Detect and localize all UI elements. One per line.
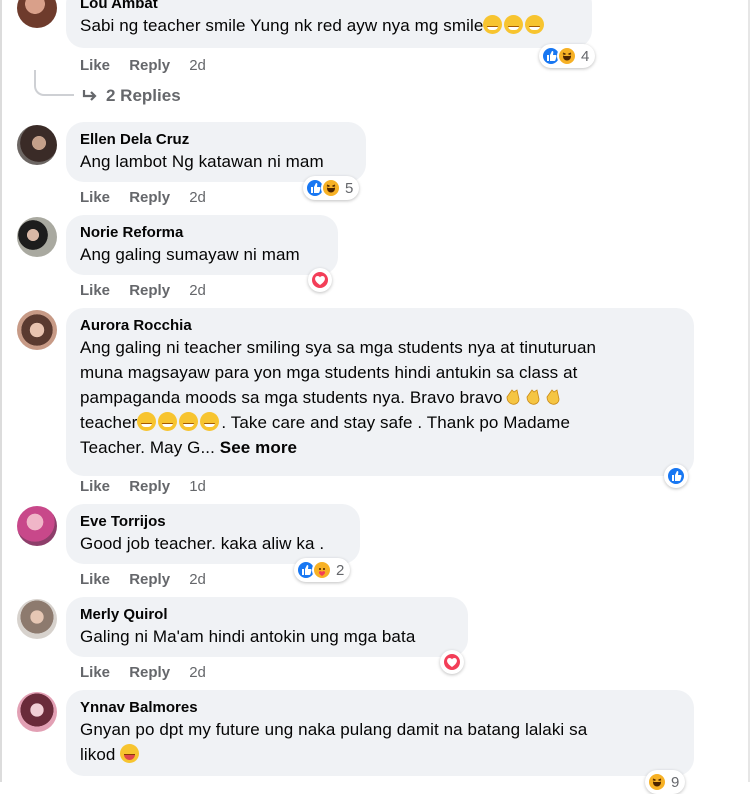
comment-bubble: Aurora Rocchia Ang galing ni teacher smi… xyxy=(66,308,694,476)
comment-text-line-1: Ang galing ni teacher smiling sya sa mga… xyxy=(80,338,597,357)
comment-timestamp[interactable]: 2d xyxy=(189,664,206,681)
comment-text: Galing ni Ma'am hindi antokin ung mga ba… xyxy=(80,627,416,646)
grin-emoji xyxy=(504,15,524,34)
care-reaction-icon xyxy=(312,560,332,580)
reply-button[interactable]: Reply xyxy=(129,57,170,74)
comment-actions: Like Reply 2d xyxy=(80,571,221,588)
replies-count-label: 2 Replies xyxy=(106,86,181,105)
clapping-hands-emoji xyxy=(526,389,540,405)
reaction-summary[interactable]: 5 xyxy=(303,176,360,200)
comment-bubble: Merly Quirol Galing ni Ma'am hindi antok… xyxy=(66,597,468,657)
comment-actions: Like Reply 1d xyxy=(80,478,221,495)
avatar[interactable] xyxy=(17,506,57,546)
avatar[interactable] xyxy=(17,125,57,165)
comment-text: Ang lambot Ng katawan ni mam xyxy=(80,152,324,171)
reply-arrow-icon xyxy=(82,90,97,101)
reaction-count: 2 xyxy=(336,561,345,579)
love-reaction-icon xyxy=(442,652,462,672)
comment-text-line-1: Gnyan po dpt my future ung naka pulang d… xyxy=(80,720,588,739)
comment-actions: Like Reply 2d xyxy=(80,282,221,299)
comment-timestamp[interactable]: 2d xyxy=(189,282,206,299)
comment-bubble: Lou Ambat Sabi ng teacher smile Yung nk … xyxy=(66,0,592,48)
commenter-name[interactable]: Ynnav Balmores xyxy=(80,698,680,717)
comment-text-line-3: pampaganda moods sa mga students nya. Br… xyxy=(80,385,680,410)
grin-emoji xyxy=(200,412,220,431)
comment-timestamp[interactable]: 2d xyxy=(189,189,206,206)
reaction-summary[interactable]: 9 xyxy=(645,770,686,794)
commenter-name[interactable]: Ellen Dela Cruz xyxy=(80,130,352,149)
like-button[interactable]: Like xyxy=(80,478,110,495)
comment-bubble: Norie Reforma Ang galing sumayaw ni mam xyxy=(66,215,338,275)
see-more-link[interactable]: See more xyxy=(220,438,297,457)
reaction-count: 4 xyxy=(581,47,590,65)
reaction-count: 5 xyxy=(345,179,354,197)
grin-emoji xyxy=(525,15,545,34)
reaction-summary[interactable] xyxy=(440,650,464,674)
comment-bubble: Eve Torrijos Good job teacher. kaka aliw… xyxy=(66,504,360,564)
laugh-reaction-icon xyxy=(557,46,577,66)
reply-button[interactable]: Reply xyxy=(129,664,170,681)
avatar[interactable] xyxy=(17,599,57,639)
laugh-reaction-icon xyxy=(321,178,341,198)
avatar[interactable] xyxy=(17,0,57,28)
commenter-name[interactable]: Aurora Rocchia xyxy=(80,316,680,335)
comment-text-line-5: Teacher. May G... See more xyxy=(80,438,298,457)
comment-text-line-2: muna magsayaw para yon mga students hind… xyxy=(80,363,578,382)
comment-text-line-2: likod xyxy=(80,742,680,767)
like-button[interactable]: Like xyxy=(80,189,110,206)
left-frame-border xyxy=(0,0,2,782)
comment-text: Sabi ng teacher smile Yung nk red ayw ny… xyxy=(80,13,578,38)
view-replies-link[interactable]: 2 Replies xyxy=(82,86,181,106)
comment-actions: Like Reply 2d xyxy=(80,57,221,74)
reaction-summary[interactable]: 2 xyxy=(294,558,351,582)
like-button[interactable]: Like xyxy=(80,282,110,299)
grin-emoji xyxy=(137,412,157,431)
avatar[interactable] xyxy=(17,217,57,257)
like-reaction-icon xyxy=(666,466,686,486)
grin-emoji xyxy=(179,412,199,431)
reply-button[interactable]: Reply xyxy=(129,571,170,588)
reply-thread-connector xyxy=(34,70,74,96)
commenter-name[interactable]: Eve Torrijos xyxy=(80,512,346,531)
reaction-summary[interactable] xyxy=(664,464,688,488)
comment-text: Ang galing sumayaw ni mam xyxy=(80,245,300,264)
reaction-summary[interactable] xyxy=(308,268,332,292)
clapping-hands-emoji xyxy=(546,389,560,405)
comment-actions: Like Reply 2d xyxy=(80,664,221,681)
comment-timestamp[interactable]: 1d xyxy=(189,478,206,495)
comment-bubble: Ynnav Balmores Gnyan po dpt my future un… xyxy=(66,690,694,776)
comment-timestamp[interactable]: 2d xyxy=(189,57,206,74)
avatar[interactable] xyxy=(17,692,57,732)
grin-emoji xyxy=(483,15,503,34)
reaction-summary[interactable]: 4 xyxy=(539,44,596,68)
commenter-name[interactable]: Lou Ambat xyxy=(80,0,578,13)
reply-button[interactable]: Reply xyxy=(129,478,170,495)
tongue-out-emoji xyxy=(120,744,140,763)
comment-text: Good job teacher. kaka aliw ka . xyxy=(80,534,325,553)
love-reaction-icon xyxy=(310,270,330,290)
comment-actions: Like Reply 2d xyxy=(80,189,221,206)
clapping-hands-emoji xyxy=(506,389,520,405)
comment-timestamp[interactable]: 2d xyxy=(189,571,206,588)
commenter-name[interactable]: Norie Reforma xyxy=(80,223,324,242)
commenter-name[interactable]: Merly Quirol xyxy=(80,605,454,624)
comment-bubble: Ellen Dela Cruz Ang lambot Ng katawan ni… xyxy=(66,122,366,182)
like-button[interactable]: Like xyxy=(80,57,110,74)
laugh-reaction-icon xyxy=(647,772,667,792)
avatar[interactable] xyxy=(17,310,57,350)
grin-emoji xyxy=(158,412,178,431)
comment-text-line-4: teacher. Take care and stay safe . Thank… xyxy=(80,412,570,432)
reply-button[interactable]: Reply xyxy=(129,282,170,299)
like-button[interactable]: Like xyxy=(80,571,110,588)
reply-button[interactable]: Reply xyxy=(129,189,170,206)
reaction-count: 9 xyxy=(671,773,680,791)
like-button[interactable]: Like xyxy=(80,664,110,681)
